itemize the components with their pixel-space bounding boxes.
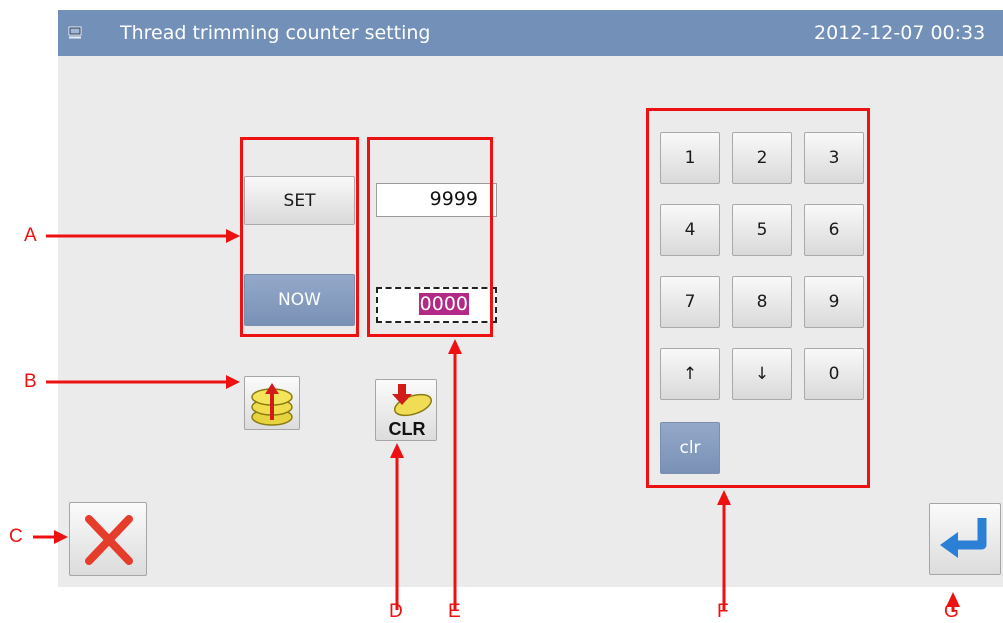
annotated-screenshot: Thread trimming counter setting 2012-12-… (0, 0, 1003, 623)
callout-label-b: B (24, 371, 37, 392)
callout-arrows (33, 229, 960, 612)
callout-label-c: C (9, 526, 23, 547)
callout-label-e: E (448, 601, 461, 622)
callout-label-g: G (944, 601, 959, 622)
callout-label-d: D (389, 601, 403, 622)
callout-label-a: A (24, 225, 37, 246)
callout-label-f: F (717, 601, 729, 622)
